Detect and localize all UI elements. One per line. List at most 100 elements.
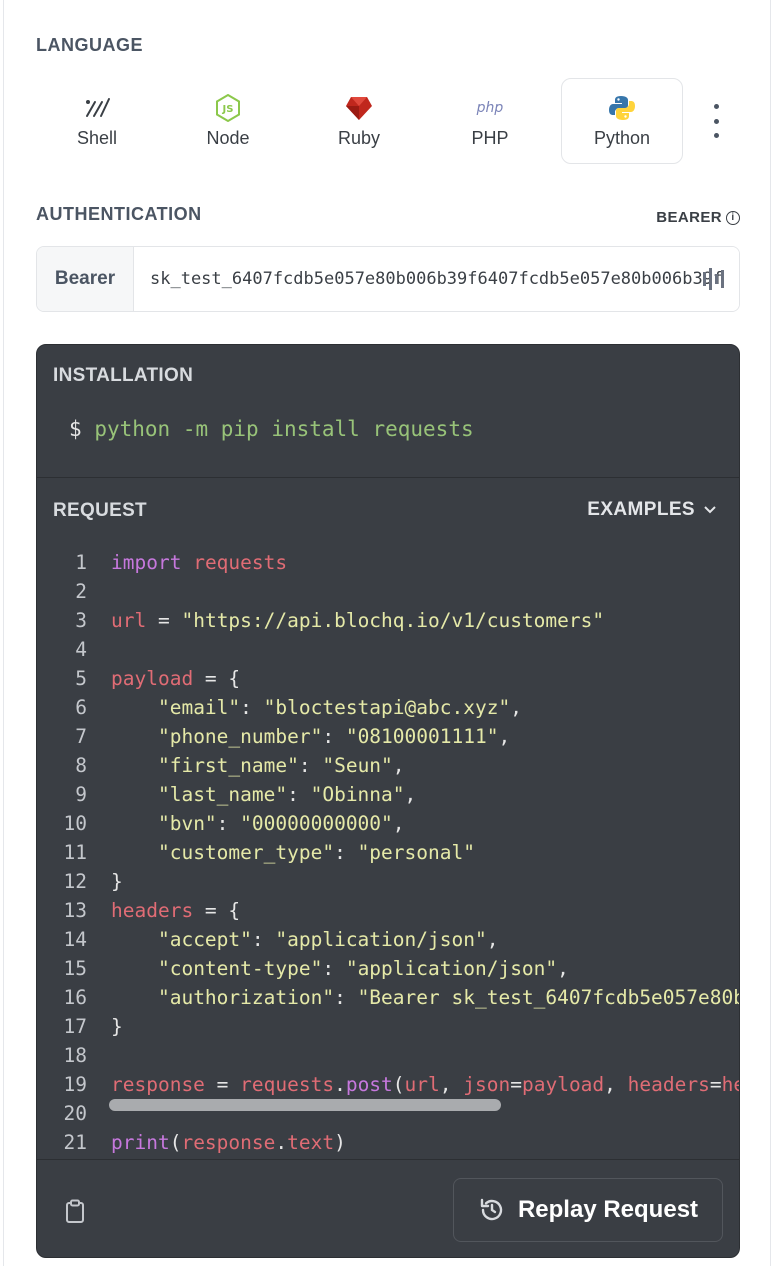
replay-request-button[interactable]: Replay Request — [453, 1178, 723, 1242]
replay-request-label: Replay Request — [517, 1196, 699, 1223]
auth-prefix: Bearer — [37, 247, 134, 311]
shell-icon — [83, 94, 111, 122]
code-text: response = requests.post(url, json=paylo… — [111, 1073, 739, 1096]
tab-label: Ruby — [337, 127, 381, 148]
tab-label: PHP — [471, 127, 509, 148]
line-number: 17 — [63, 1015, 87, 1038]
line-number: 4 — [75, 638, 87, 661]
authentication-heading: AUTHENTICATION — [36, 204, 202, 224]
chevron-down-icon — [704, 506, 716, 514]
code-line: 12} — [37, 867, 739, 896]
divider — [37, 1159, 739, 1160]
tab-label: Shell — [76, 127, 118, 148]
code-line: 18 — [37, 1041, 739, 1070]
code-line: 17} — [37, 1012, 739, 1041]
more-vertical-icon[interactable] — [706, 104, 726, 138]
tab-label: Python — [593, 127, 651, 148]
horizontal-scrollbar[interactable] — [109, 1099, 501, 1111]
info-icon[interactable]: i — [726, 210, 740, 225]
tab-shell[interactable]: Shell — [36, 78, 158, 164]
code-line: 4 — [37, 635, 739, 664]
line-number: 11 — [63, 841, 87, 864]
code-text: url = "https://api.blochq.io/v1/customer… — [111, 609, 605, 632]
line-number: 1 — [75, 551, 87, 574]
clipboard-icon[interactable] — [65, 1199, 85, 1223]
line-number: 7 — [75, 725, 87, 748]
code-text: } — [111, 870, 123, 893]
code-line: 13 headers = { — [37, 896, 739, 925]
language-heading: LANGUAGE — [36, 35, 143, 55]
code-line: 9 "last_name": "Obinna", — [37, 780, 739, 809]
code-text: "first_name": "Seun", — [157, 754, 405, 777]
tab-label: Node — [206, 127, 250, 148]
code-line: 10 "bvn": "00000000000", — [37, 809, 739, 838]
line-number: 8 — [75, 754, 87, 777]
line-number: 9 — [75, 783, 87, 806]
code-text: "phone_number": "08100001111", — [157, 725, 511, 748]
auth-field: Bearer — [36, 246, 740, 312]
examples-dropdown[interactable]: EXAMPLES — [587, 499, 717, 521]
line-number: 15 — [63, 957, 87, 980]
code-line: 16 "authorization": "Bearer sk_test_6407… — [37, 983, 739, 1012]
auth-scheme-label: BEARER — [656, 209, 722, 226]
code-line: 1 import requests — [37, 548, 739, 577]
code-text: "authorization": "Bearer sk_test_6407fcd… — [157, 986, 739, 1009]
code-text: "customer_type": "personal" — [157, 841, 475, 864]
code-text: "accept": "application/json", — [157, 928, 499, 951]
code-block[interactable]: 1 import requests 2 3 url = "https://api.b… — [37, 545, 739, 1159]
install-command-text: python -m pip install requests — [94, 417, 474, 441]
code-line: 7 "phone_number": "08100001111", — [37, 722, 739, 751]
line-number: 16 — [63, 986, 87, 1009]
line-number: 6 — [75, 696, 87, 719]
prompt-symbol: $ — [69, 417, 82, 441]
code-text: import requests — [111, 551, 288, 574]
line-number: 19 — [63, 1073, 87, 1096]
code-line: 6 "email": "bloctestapi@abc.xyz", — [37, 693, 739, 722]
line-number: 12 — [63, 870, 87, 893]
line-number: 10 — [63, 812, 87, 835]
auth-token-input[interactable] — [134, 247, 739, 311]
line-number: 13 — [63, 899, 87, 922]
code-line: 19 response = requests.post(url, json=pay… — [37, 1070, 739, 1099]
code-text: headers = { — [111, 899, 241, 922]
code-line: 8 "first_name": "Seun", — [37, 751, 739, 780]
code-line: 14 "accept": "application/json", — [37, 925, 739, 954]
code-line: 3 url = "https://api.blochq.io/v1/custome… — [37, 606, 739, 635]
password-manager-icon[interactable] — [703, 267, 725, 291]
replay-icon — [480, 1198, 503, 1221]
tab-ruby[interactable]: Ruby — [298, 78, 420, 164]
line-number: 2 — [75, 580, 87, 603]
line-number: 21 — [63, 1131, 87, 1154]
examples-label: EXAMPLES — [587, 499, 695, 520]
line-number: 5 — [75, 667, 87, 690]
line-number: 3 — [75, 609, 87, 632]
code-line: 5 payload = { — [37, 664, 739, 693]
code-line: 21 print(response.text) — [37, 1128, 739, 1157]
language-tabs: Shell JS Node Ruby php PHP Python — [36, 78, 740, 166]
installation-heading: INSTALLATION — [53, 365, 194, 386]
line-number: 14 — [63, 928, 87, 951]
code-panel: INSTALLATION $ python -m pip install req… — [36, 344, 740, 1258]
code-line: 2 — [37, 577, 739, 606]
code-text: "content-type": "application/json", — [157, 957, 569, 980]
install-command: $ python -m pip install requests — [69, 417, 474, 441]
code-text: "email": "bloctestapi@abc.xyz", — [157, 696, 522, 719]
code-line: 11 "customer_type": "personal" — [37, 838, 739, 867]
python-icon — [609, 94, 635, 122]
tab-node[interactable]: JS Node — [167, 78, 289, 164]
line-number: 20 — [63, 1102, 87, 1125]
ruby-icon — [345, 94, 373, 122]
php-icon: php — [476, 99, 504, 116]
code-text: payload = { — [111, 667, 241, 690]
line-number: 18 — [63, 1044, 87, 1067]
code-text: "bvn": "00000000000", — [157, 812, 405, 835]
nodejs-icon: JS — [215, 93, 241, 122]
auth-scheme-tag: BEARER i — [656, 209, 740, 226]
code-text: print(response.text) — [111, 1131, 346, 1154]
code-line: 15 "content-type": "application/json", — [37, 954, 739, 983]
tab-php[interactable]: php PHP — [429, 78, 551, 164]
tab-python[interactable]: Python — [561, 78, 683, 164]
request-heading: REQUEST — [53, 500, 147, 521]
code-text: } — [111, 1015, 123, 1038]
svg-text:JS: JS — [222, 104, 234, 115]
